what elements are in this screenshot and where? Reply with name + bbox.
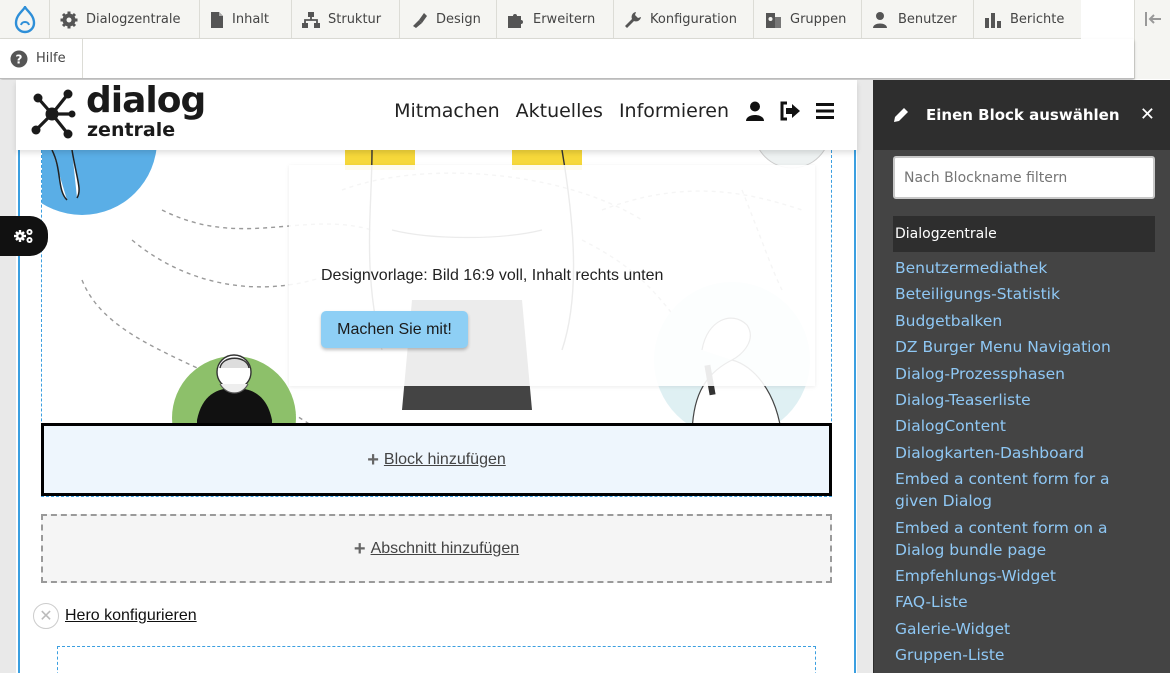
toolbar-item-label: Struktur bbox=[328, 12, 382, 27]
toolbar-item-inhalt[interactable]: Inhalt bbox=[200, 0, 292, 39]
toolbar-item-benutzer[interactable]: Benutzer bbox=[862, 0, 974, 39]
toolbar-item-label: Inhalt bbox=[232, 12, 269, 27]
logo-network-icon[interactable] bbox=[30, 88, 76, 142]
collapse-arrow-icon bbox=[1144, 12, 1161, 26]
puzzle-icon bbox=[508, 13, 523, 28]
logo-text-dialog[interactable]: dialog bbox=[86, 83, 206, 119]
region-divider bbox=[41, 496, 832, 497]
hero-text: Designvorlage: Bild 16:9 voll, Inhalt re… bbox=[321, 267, 664, 284]
configure-hero-label: Hero konfigurieren bbox=[65, 607, 197, 624]
toolbar-item-erweitern[interactable]: Erweitern bbox=[497, 0, 614, 39]
block-link-faq-liste[interactable]: FAQ-Liste bbox=[895, 591, 1145, 613]
hamburger-menu-icon[interactable] bbox=[815, 102, 835, 120]
toolbar-item-label: Dialogzentrale bbox=[86, 12, 181, 27]
close-icon[interactable]: ✕ bbox=[1140, 104, 1155, 125]
block-link-benutzermediathek[interactable]: Benutzermediathek bbox=[895, 257, 1145, 279]
block-chooser-sidebar: Einen Block auswählen ✕ Dialogzentrale B… bbox=[873, 80, 1170, 673]
block-link-beteiligungs-statistik[interactable]: Beteiligungs-Statistik bbox=[895, 283, 1145, 305]
site-preview: Designvorlage: Bild 16:9 voll, Inhalt re… bbox=[0, 80, 873, 673]
svg-text:?: ? bbox=[16, 52, 23, 66]
main-navigation: Mitmachen Aktuelles Informieren bbox=[394, 100, 835, 122]
block-link-dialogkarten-dashboard[interactable]: Dialogkarten-Dashboard bbox=[895, 442, 1145, 464]
document-icon bbox=[211, 11, 223, 28]
logout-icon[interactable] bbox=[779, 101, 801, 121]
sidebar-header: Einen Block auswählen ✕ bbox=[874, 80, 1170, 150]
wrench-icon bbox=[625, 11, 641, 28]
tray-item-help[interactable]: ? Hilfe bbox=[0, 39, 83, 78]
user-icon bbox=[873, 11, 887, 28]
nav-link-aktuelles[interactable]: Aktuelles bbox=[516, 100, 603, 122]
block-link-embed-content-form-bundle[interactable]: Embed a content form on a Dialog bundle … bbox=[895, 517, 1145, 561]
add-section-button[interactable]: + Abschnitt hinzufügen bbox=[41, 514, 832, 583]
add-section-label: Abschnitt hinzufügen bbox=[370, 539, 520, 557]
block-link-dz-burger-menu[interactable]: DZ Burger Menu Navigation bbox=[895, 336, 1145, 358]
toolbar-item-label: Erweitern bbox=[533, 12, 596, 27]
plus-icon: + bbox=[367, 448, 379, 471]
toolbar-item-label: Berichte bbox=[1010, 12, 1065, 27]
block-list: Benutzermediathek Beteiligungs-Statistik… bbox=[895, 257, 1145, 670]
drupal-home-button[interactable] bbox=[0, 0, 50, 39]
block-link-dialog-prozessphasen[interactable]: Dialog-Prozessphasen bbox=[895, 363, 1145, 385]
nav-link-informieren[interactable]: Informieren bbox=[619, 100, 729, 122]
configure-hero-link[interactable]: ✕ Hero konfigurieren bbox=[33, 603, 197, 629]
block-link-embed-content-form-dialog[interactable]: Embed a content form for a given Dialog bbox=[895, 468, 1145, 512]
plus-icon: + bbox=[353, 537, 366, 560]
sidebar-title: Einen Block auswählen bbox=[926, 106, 1120, 124]
tray-item-label: Hilfe bbox=[36, 51, 66, 66]
add-block-button[interactable]: + Block hinzufügen bbox=[41, 423, 832, 496]
toolbar-item-konfiguration[interactable]: Konfiguration bbox=[614, 0, 754, 39]
block-category-header[interactable]: Dialogzentrale bbox=[893, 216, 1155, 252]
toolbar-tray: ? Hilfe bbox=[0, 39, 1134, 79]
add-block-label: Block hinzufügen bbox=[383, 450, 506, 468]
block-link-budgetbalken[interactable]: Budgetbalken bbox=[895, 310, 1145, 332]
toolbar-orientation-toggle[interactable] bbox=[1134, 0, 1170, 79]
toolbar-item-gruppen[interactable]: Gruppen bbox=[754, 0, 862, 39]
next-region-outline bbox=[57, 646, 816, 673]
block-link-empfehlungs-widget[interactable]: Empfehlungs-Widget bbox=[895, 565, 1145, 587]
remove-section-icon[interactable]: ✕ bbox=[33, 603, 59, 629]
block-filter-input[interactable] bbox=[893, 156, 1155, 199]
logo-text-zentrale[interactable]: zentrale bbox=[87, 120, 175, 140]
hero-cta-button[interactable]: Machen Sie mit! bbox=[321, 311, 468, 348]
block-link-galerie-widget[interactable]: Galerie-Widget bbox=[895, 618, 1145, 640]
settings-tray-toggle[interactable] bbox=[0, 216, 48, 256]
toolbar-item-label: Gruppen bbox=[790, 12, 847, 27]
drupal-icon bbox=[14, 5, 35, 33]
toolbar-item-label: Benutzer bbox=[898, 12, 957, 27]
toolbar-item-berichte[interactable]: Berichte bbox=[974, 0, 1081, 39]
toolbar-item-struktur[interactable]: Struktur bbox=[292, 0, 400, 39]
toolbar-item-design[interactable]: Design bbox=[400, 0, 497, 39]
site-header: dialog zentrale Mitmachen Aktuelles Info… bbox=[16, 80, 857, 150]
toolbar-item-label: Design bbox=[436, 12, 481, 27]
group-icon bbox=[766, 12, 781, 28]
toolbar-item-dialogzentrale[interactable]: Dialogzentrale bbox=[50, 0, 200, 39]
bar-chart-icon bbox=[985, 12, 1001, 28]
gear-icon bbox=[60, 11, 78, 28]
pencil-icon bbox=[894, 108, 908, 122]
block-link-gruppen-liste[interactable]: Gruppen-Liste bbox=[895, 644, 1145, 666]
user-icon[interactable] bbox=[745, 101, 765, 121]
block-link-dialogcontent[interactable]: DialogContent bbox=[895, 415, 1145, 437]
toolbar-item-label: Konfiguration bbox=[650, 12, 737, 27]
block-link-dialog-teaserliste[interactable]: Dialog-Teaserliste bbox=[895, 389, 1145, 411]
help-icon: ? bbox=[10, 50, 28, 67]
paint-brush-icon bbox=[413, 12, 427, 28]
hierarchy-icon bbox=[302, 11, 320, 28]
gears-icon bbox=[14, 229, 33, 243]
admin-toolbar: Dialogzentrale Inhalt Struktur Design Er… bbox=[0, 0, 1081, 39]
nav-link-mitmachen[interactable]: Mitmachen bbox=[394, 100, 500, 122]
